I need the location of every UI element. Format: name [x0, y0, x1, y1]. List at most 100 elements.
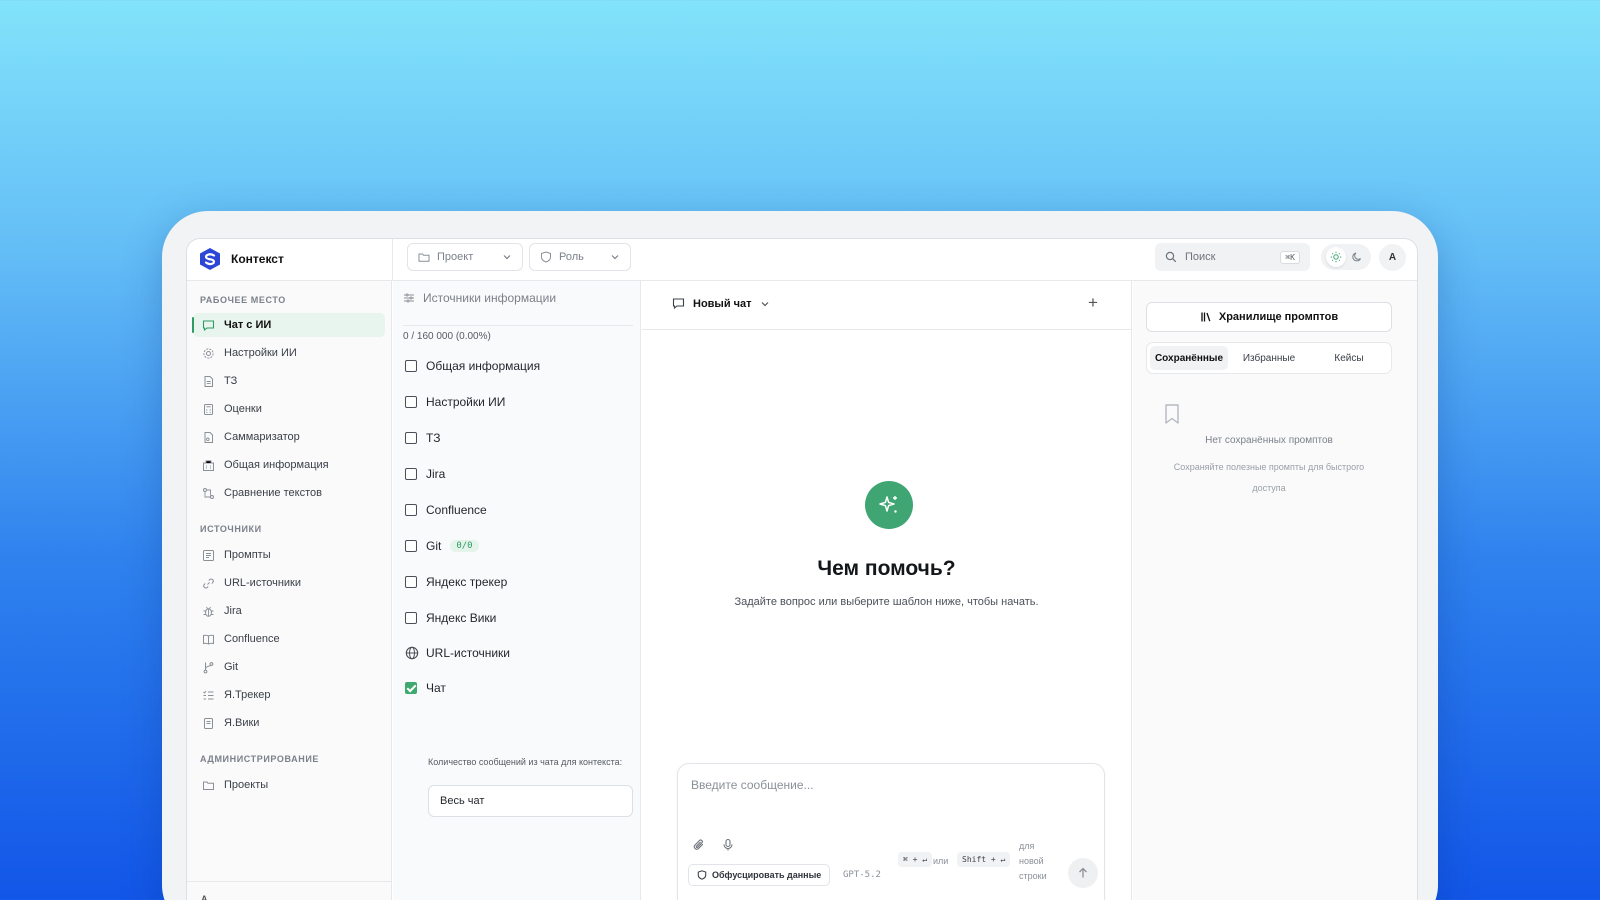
paperclip-icon[interactable]	[692, 838, 706, 852]
sidebar-item-projects[interactable]: Проекты	[193, 773, 385, 797]
gear-icon	[203, 347, 214, 359]
source-spec[interactable]: ТЗ	[405, 431, 440, 445]
sidebar-item-prompts[interactable]: Промпты	[193, 543, 385, 567]
sidebar-item-ya-tracker[interactable]: Я.Трекер	[193, 683, 385, 707]
send-button[interactable]	[1068, 858, 1098, 888]
topbar: Контекст Проект Роль Поиск ⌘K A	[187, 239, 1417, 281]
checkbox[interactable]	[405, 540, 417, 552]
checkbox[interactable]	[405, 432, 417, 444]
obfuscate-data-button[interactable]: Обфусцировать данные	[688, 864, 831, 886]
chat-panel: Новый чат + Чем помочь? Задайте вопрос и…	[642, 281, 1132, 900]
chevron-down-icon	[761, 301, 768, 306]
user-avatar[interactable]: A	[1379, 244, 1406, 271]
sidebar-user-avatar[interactable]: A	[201, 894, 208, 900]
sidebar-item-url-sources[interactable]: URL-источники	[193, 571, 385, 595]
sidebar-item-label: Промпты	[224, 549, 271, 561]
calculator-icon	[204, 403, 213, 415]
checkbox[interactable]	[405, 504, 417, 516]
moon-icon[interactable]	[1347, 247, 1367, 267]
obfuscate-label: Обфусцировать данные	[712, 870, 822, 880]
chevron-down-icon	[503, 255, 511, 260]
hero-title: Чем помочь?	[817, 557, 956, 580]
model-name[interactable]: GPT-5.2	[843, 870, 881, 880]
sidebar-item-summarizer[interactable]: Саммаризатор	[193, 425, 385, 449]
source-general-info[interactable]: Общая информация	[405, 359, 540, 373]
folder-icon	[418, 253, 430, 262]
source-yandex-wiki[interactable]: Яндекс Вики	[405, 611, 496, 625]
link-icon	[203, 578, 214, 588]
sidebar-item-ai-settings[interactable]: Настройки ИИ	[193, 341, 385, 365]
new-chat-plus-icon[interactable]: +	[1088, 293, 1098, 313]
source-confluence[interactable]: Confluence	[405, 503, 487, 517]
sidebar-item-text-compare[interactable]: Сравнение текстов	[193, 481, 385, 505]
sidebar-item-label: ТЗ	[224, 375, 238, 387]
source-jira[interactable]: Jira	[405, 467, 445, 481]
list-icon	[203, 690, 214, 699]
source-url-sources[interactable]: URL-источники	[405, 646, 510, 660]
bookmark-icon	[1165, 404, 1179, 424]
app-window: Контекст Проект Роль Поиск ⌘K A РАБОЧЕЕ …	[186, 238, 1418, 900]
source-label: Чат	[426, 681, 446, 695]
folder-icon	[203, 781, 214, 790]
newline-hint-line: новой	[1019, 856, 1044, 866]
sidebar-item-label: Общая информация	[224, 459, 329, 471]
sidebar-item-label: URL-источники	[224, 577, 302, 589]
checkbox-checked[interactable]	[405, 682, 417, 694]
sidebar-item-estimates[interactable]: Оценки	[193, 397, 385, 421]
sources-panel: Источники информации 0 / 160 000 (0.00%)…	[393, 281, 641, 900]
message-composer[interactable]: Введите сообщение... Обфусцировать данны…	[677, 763, 1105, 900]
sidebar-item-ai-chat[interactable]: Чат с ИИ	[192, 313, 385, 337]
microphone-icon[interactable]	[721, 838, 735, 852]
topbar-divider	[392, 239, 393, 281]
theme-toggle[interactable]	[1321, 244, 1371, 270]
checkbox[interactable]	[405, 612, 417, 624]
source-ai-settings[interactable]: Настройки ИИ	[405, 395, 505, 409]
sidebar: РАБОЧЕЕ МЕСТО Чат с ИИ Настройки ИИ ТЗ О…	[187, 281, 392, 900]
project-select[interactable]: Проект	[407, 243, 523, 271]
source-label: Jira	[426, 467, 446, 481]
tab-cases[interactable]: Кейсы	[1310, 346, 1388, 370]
sidebar-item-spec[interactable]: ТЗ	[193, 369, 385, 393]
arrow-up-icon	[1079, 867, 1087, 878]
sidebar-item-label: Проекты	[224, 779, 269, 791]
shield-icon	[697, 870, 707, 880]
prompt-storage-button[interactable]: Хранилище промптов	[1146, 302, 1392, 332]
sidebar-item-label: Jira	[224, 605, 242, 617]
newline-hint: для новой строки	[1019, 839, 1047, 884]
empty-state-subtitle: Сохраняйте полезные промпты для быстрого…	[1173, 462, 1365, 493]
sidebar-item-label: Саммаризатор	[224, 431, 300, 443]
tab-favorites[interactable]: Избранные	[1230, 346, 1308, 370]
sidebar-item-git[interactable]: Git	[193, 655, 385, 679]
prompts-icon	[203, 549, 214, 561]
sidebar-item-ya-wiki[interactable]: Я.Вики	[193, 711, 385, 735]
checkbox[interactable]	[405, 576, 417, 588]
checkbox[interactable]	[405, 360, 417, 372]
role-select[interactable]: Роль	[529, 243, 631, 271]
sidebar-item-label: Настройки ИИ	[224, 347, 297, 359]
sidebar-item-label: Git	[224, 661, 239, 673]
tab-saved[interactable]: Сохранённые	[1150, 346, 1228, 370]
sidebar-item-label: Я.Трекер	[224, 689, 271, 701]
brand-name: Контекст	[231, 252, 284, 266]
checkbox[interactable]	[405, 396, 417, 408]
divider	[403, 325, 633, 326]
sun-icon[interactable]	[1325, 247, 1346, 267]
checkbox[interactable]	[405, 468, 417, 480]
source-git[interactable]: Git 0/0	[405, 539, 479, 553]
brand[interactable]: Контекст	[199, 247, 284, 271]
sidebar-item-label: Confluence	[224, 633, 280, 645]
chat-selector[interactable]: Новый чат	[672, 297, 770, 310]
source-label: Confluence	[426, 503, 487, 517]
source-yandex-tracker[interactable]: Яндекс трекер	[405, 575, 507, 589]
sidebar-item-label: Оценки	[224, 403, 262, 415]
sidebar-item-label: Чат с ИИ	[224, 319, 272, 331]
message-count-select[interactable]: Весь чат	[428, 785, 633, 817]
sidebar-item-jira[interactable]: Jira	[193, 599, 385, 623]
search-input[interactable]: Поиск ⌘K	[1155, 243, 1310, 271]
source-chat[interactable]: Чат	[405, 681, 446, 695]
search-icon	[1165, 251, 1177, 263]
sidebar-item-general-info[interactable]: Общая информация	[193, 453, 385, 477]
source-label: Яндекс Вики	[426, 611, 497, 625]
sidebar-item-confluence[interactable]: Confluence	[193, 627, 385, 651]
library-icon	[1201, 312, 1211, 322]
